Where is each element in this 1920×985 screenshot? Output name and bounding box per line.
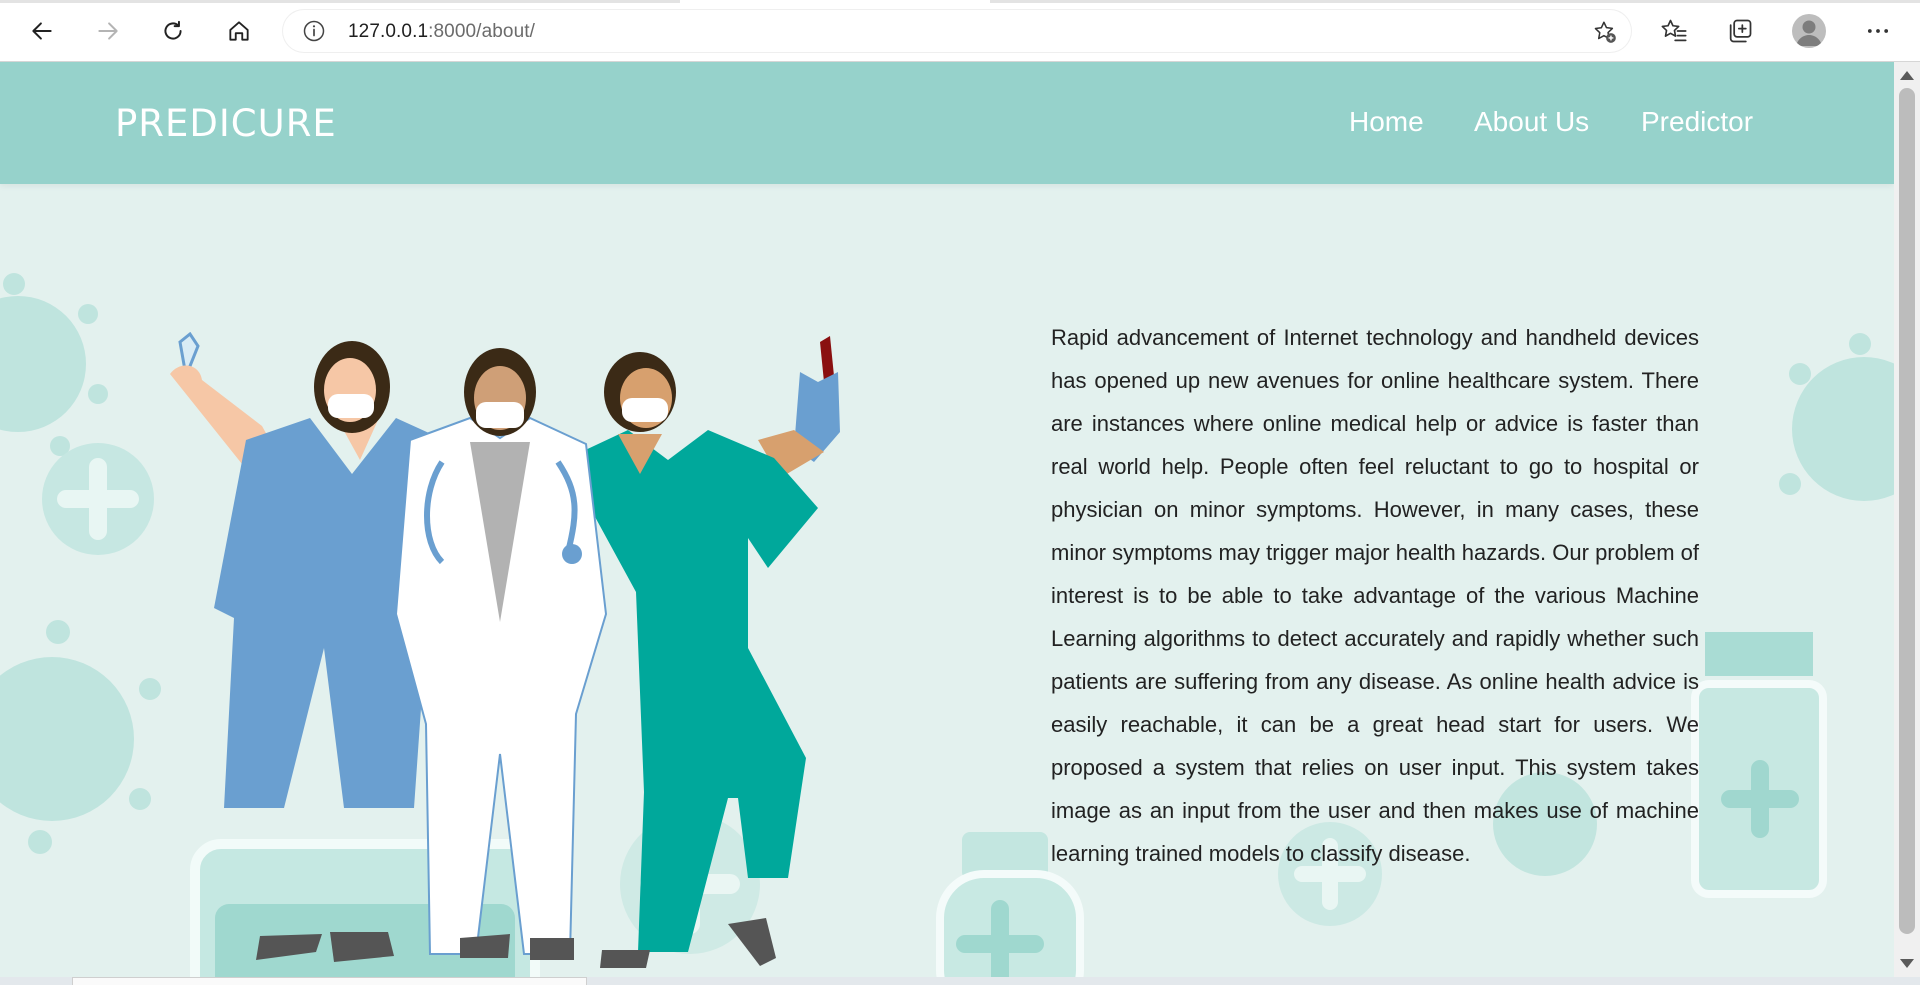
nav-predictor[interactable]: Predictor (1641, 106, 1753, 138)
doctor-blue (170, 332, 440, 962)
nav-about-us[interactable]: About Us (1474, 106, 1589, 138)
home-icon (229, 21, 249, 41)
more-icon (1867, 29, 1889, 33)
plus-circle-left (42, 443, 154, 555)
favorite-add-icon[interactable] (1592, 19, 1618, 45)
refresh-icon (164, 20, 182, 40)
favorites-button[interactable] (1658, 15, 1690, 47)
url-text[interactable]: 127.0.0.1:8000/about/ (348, 21, 535, 43)
scroll-up-arrow-icon[interactable] (1900, 71, 1914, 80)
scroll-thumb[interactable] (1899, 88, 1915, 934)
forward-button[interactable] (90, 13, 126, 49)
doctor-green (564, 336, 840, 968)
refresh-button[interactable] (155, 13, 191, 49)
address-bar[interactable]: 127.0.0.1:8000/about/ (282, 9, 1632, 53)
vertical-scrollbar[interactable] (1894, 62, 1920, 977)
favorites-icon (1661, 19, 1687, 42)
page-viewport: PREDICURE Home About Us Predictor Rapid … (0, 62, 1894, 977)
profile-button[interactable] (1792, 14, 1826, 48)
profile-icon (1796, 20, 1822, 46)
nav-home[interactable]: Home (1349, 106, 1424, 138)
home-button[interactable] (221, 13, 257, 49)
info-icon[interactable] (302, 19, 326, 43)
back-icon (32, 22, 52, 40)
tab-strip (0, 0, 1920, 3)
url-path: :8000/about/ (428, 21, 535, 42)
doctor-white (394, 348, 608, 960)
more-button[interactable] (1862, 15, 1894, 47)
collections-icon (1729, 19, 1752, 43)
status-bar-fragment (72, 977, 587, 985)
collections-button[interactable] (1724, 15, 1756, 47)
browser-toolbar: 127.0.0.1:8000/about/ (0, 0, 1920, 62)
forward-icon (98, 22, 118, 40)
about-paragraph: Rapid advancement of Internet technology… (1051, 325, 1700, 866)
url-host: 127.0.0.1 (348, 21, 429, 42)
site-header: PREDICURE Home About Us Predictor (0, 62, 1894, 184)
brand-logo[interactable]: PREDICURE (115, 102, 337, 145)
scroll-down-arrow-icon[interactable] (1900, 959, 1914, 968)
doctors-illustration (170, 332, 840, 968)
back-button[interactable] (24, 13, 60, 49)
